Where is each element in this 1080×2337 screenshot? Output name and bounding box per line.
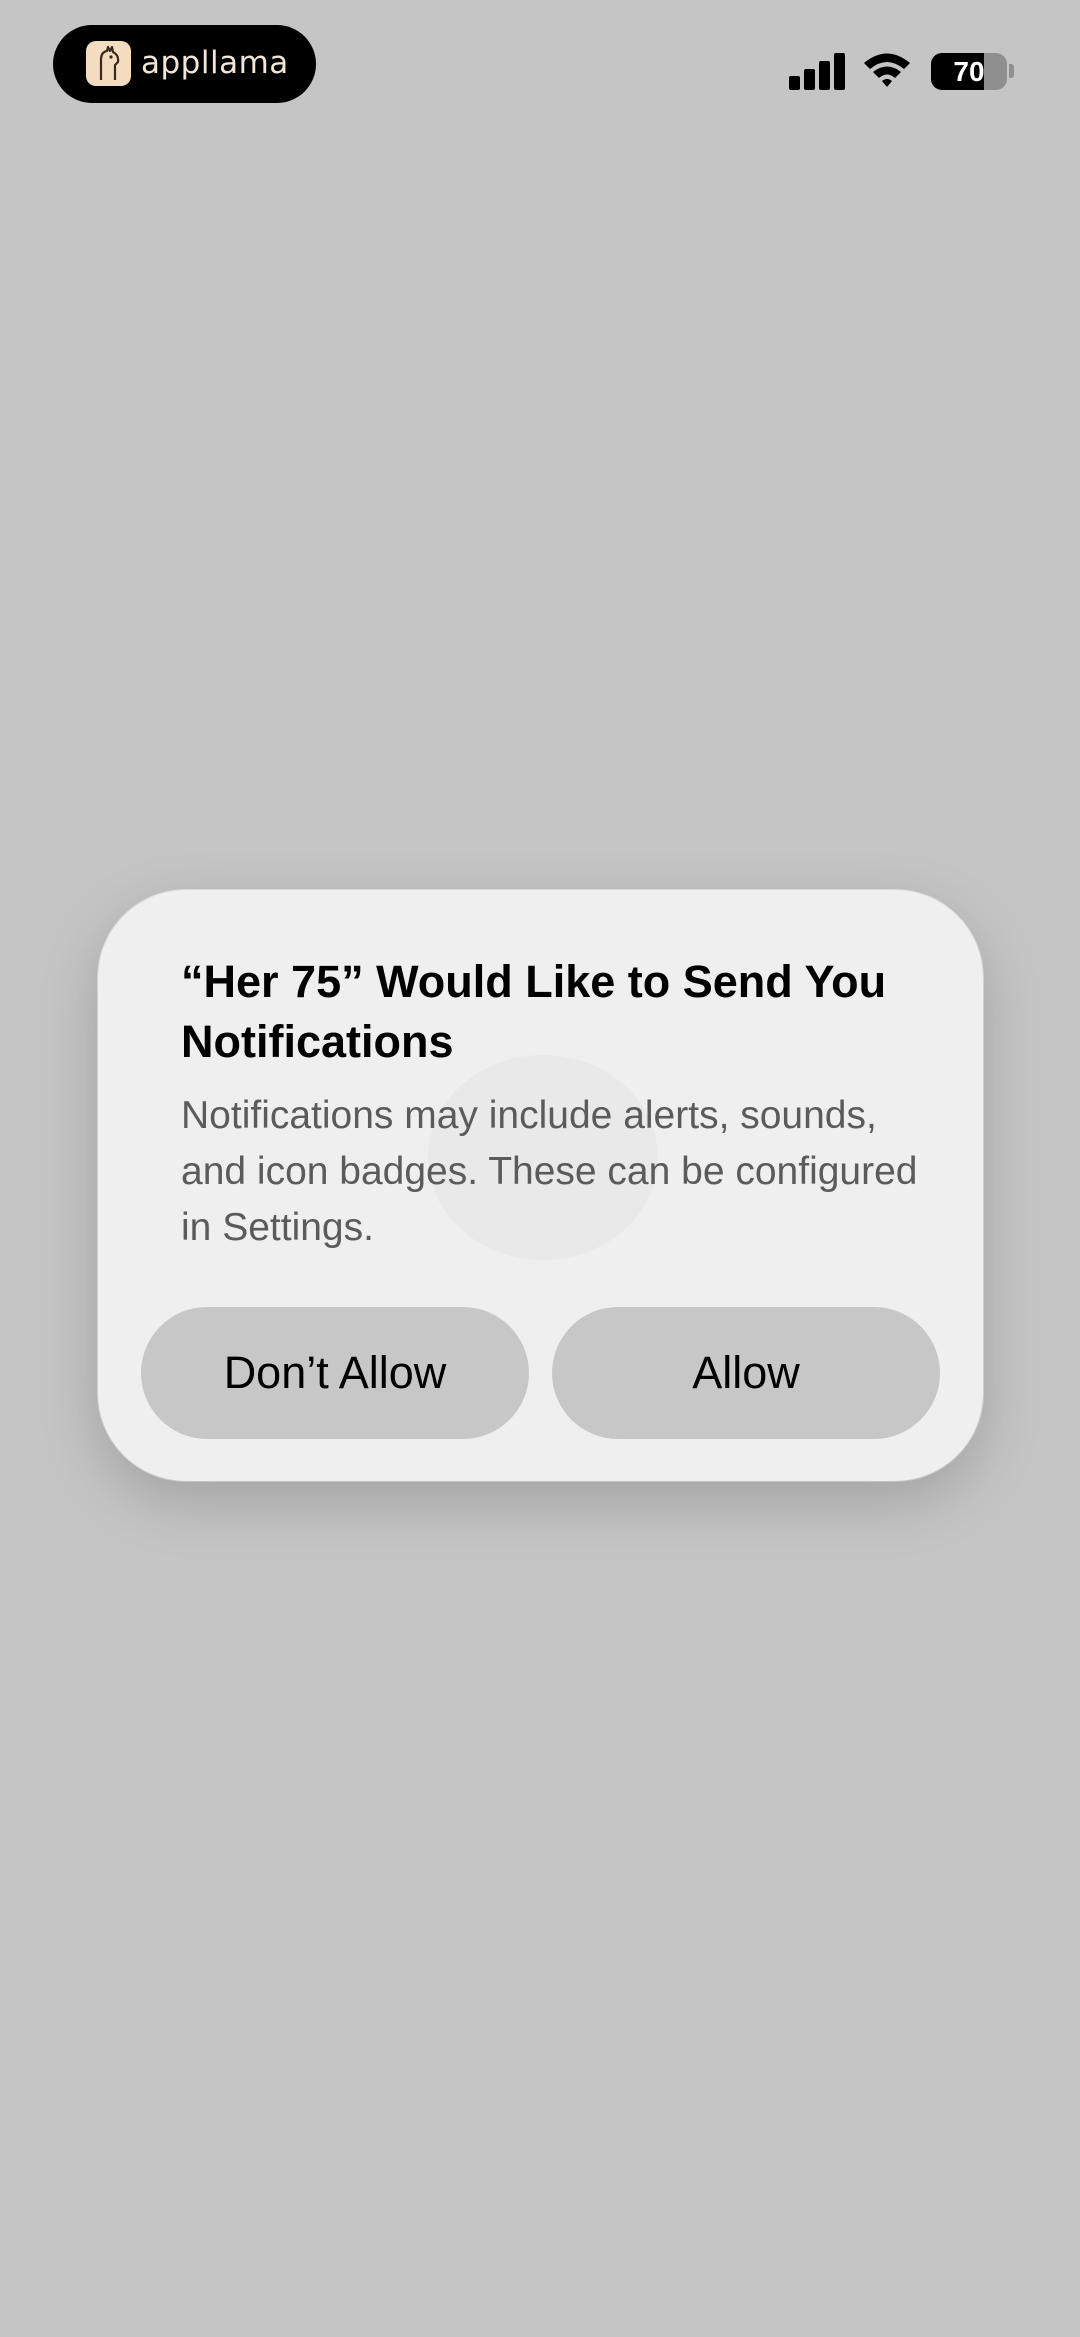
cellular-signal-icon: [789, 52, 845, 90]
status-bar: appllama 70: [0, 0, 1080, 140]
dont-allow-button[interactable]: Don’t Allow: [141, 1307, 529, 1439]
battery-tip: [1009, 64, 1014, 78]
app-badge: appllama: [53, 25, 316, 103]
alert-title: “Her 75” Would Like to Send You Notifica…: [181, 956, 887, 1067]
llama-logo-icon: [86, 41, 131, 86]
alert-message: Notifications may include alerts, sounds…: [181, 1094, 918, 1249]
notification-permission-alert: “Her 75” Would Like to Send You Notifica…: [98, 890, 983, 1481]
app-name: appllama: [141, 45, 289, 81]
battery-icon: 70: [931, 53, 1007, 90]
allow-button[interactable]: Allow: [552, 1307, 940, 1439]
battery-level: 70: [953, 55, 985, 87]
wifi-icon: [862, 50, 912, 90]
